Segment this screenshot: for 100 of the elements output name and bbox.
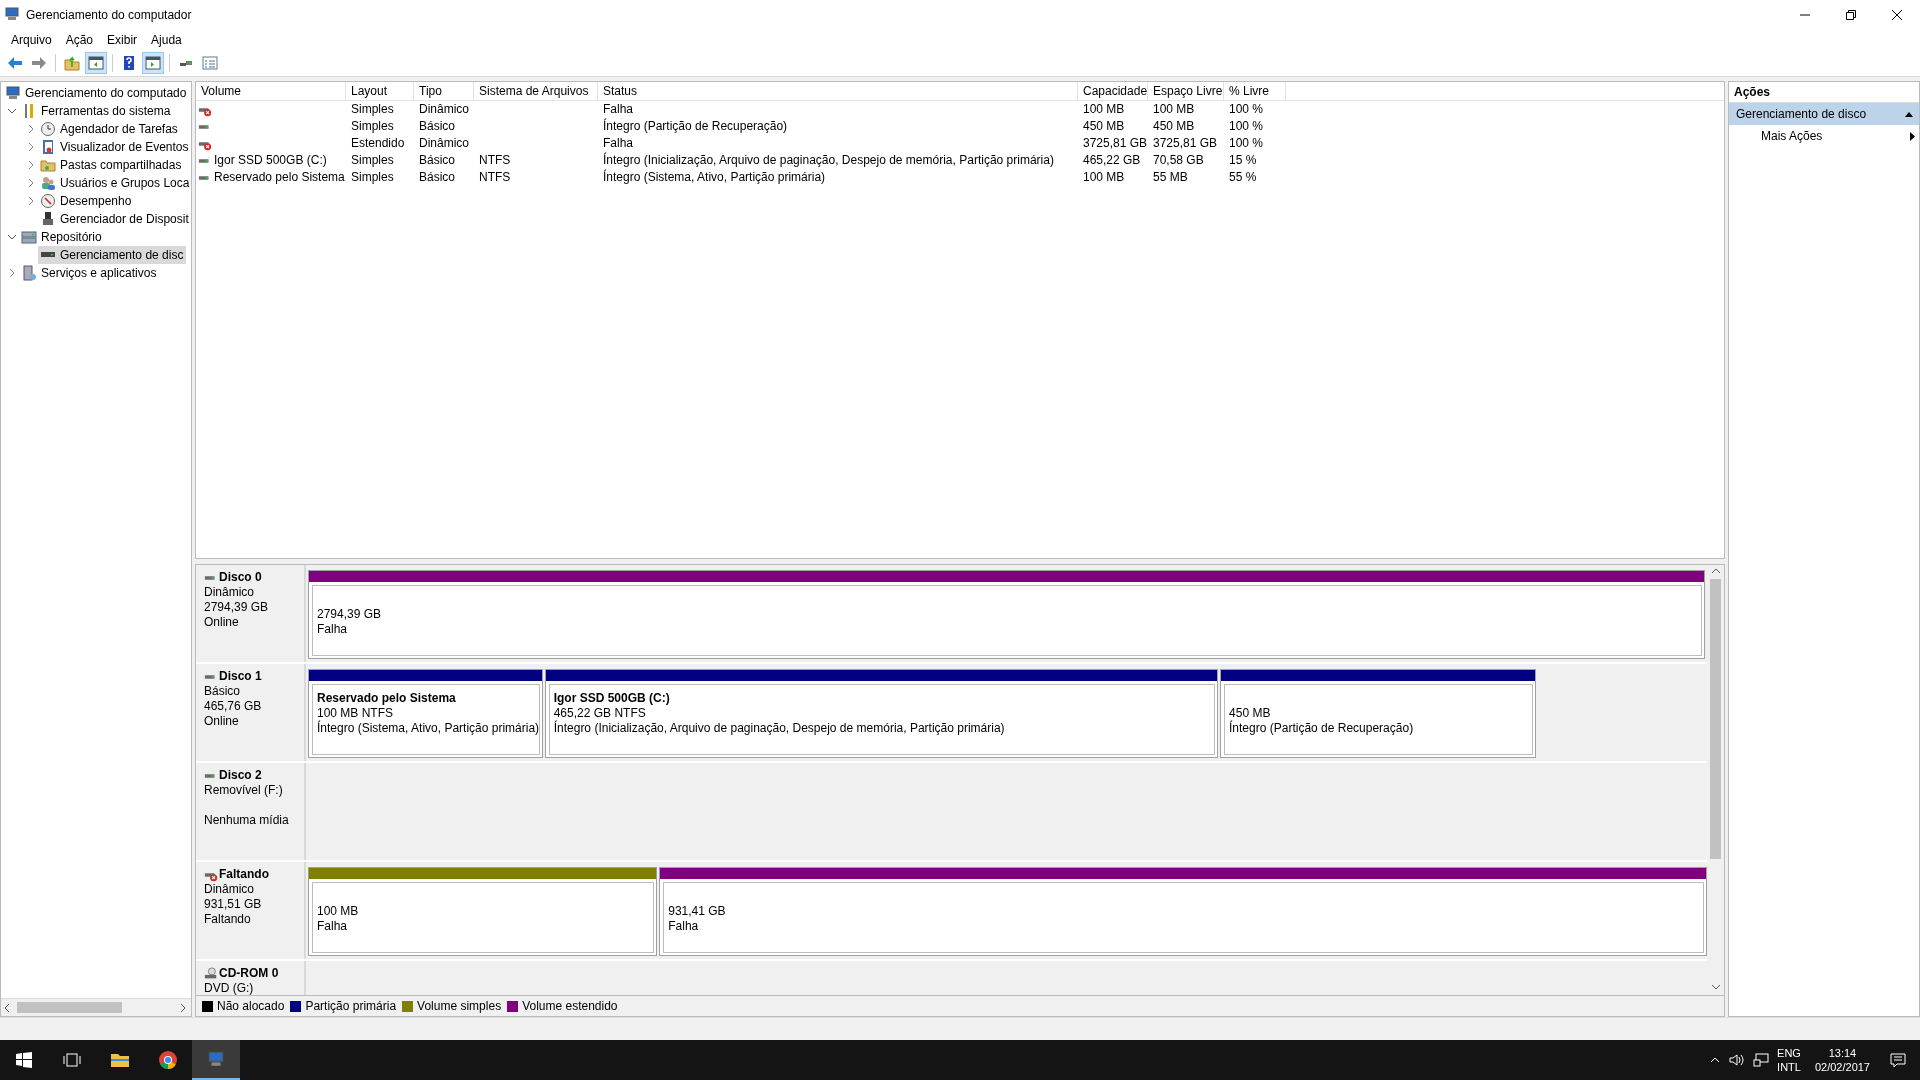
partition-block[interactable]: Reservado pelo Sistema 100 MB NTFS Íntegro (Sistema, Ativo, Partição primária)	[308, 669, 543, 758]
table-cell: 100 MB	[1153, 102, 1195, 116]
partition-status: Falha	[317, 622, 348, 636]
tree-item[interactable]: Usuários e Grupos Loca	[38, 174, 191, 192]
table-cell: 3725,81 GB	[1153, 136, 1218, 150]
menu-item[interactable]: Ação	[58, 30, 101, 50]
legend-label: Volume simples	[417, 999, 502, 1013]
clock-icon	[40, 121, 56, 137]
tree-item[interactable]: Serviços e aplicativos	[19, 264, 160, 282]
pane-toggle-icon	[145, 55, 161, 71]
partition-size: 100 MB	[317, 904, 359, 918]
table-cell: 3725,81 GB	[1083, 136, 1148, 150]
disc-drive-icon	[204, 966, 218, 981]
submenu-triangle-icon	[1910, 131, 1915, 141]
restore-icon	[1846, 10, 1856, 20]
table-cell: 55 MB	[1153, 170, 1188, 184]
partition-block[interactable]: 450 MB Íntegro (Partição de Recuperação)	[1220, 669, 1536, 758]
storage-icon	[21, 229, 37, 245]
table-cell: Simples	[351, 119, 394, 133]
table-cell: Dinâmico	[419, 102, 469, 116]
tree-item[interactable]: Pastas compartilhadas	[38, 156, 185, 174]
tree-item[interactable]: Gerenciamento do computado	[3, 84, 190, 102]
actions-section[interactable]: Gerenciamento de disco	[1729, 103, 1919, 125]
partition-block[interactable]: 100 MB Falha	[308, 867, 658, 956]
table-cell: 15 %	[1229, 153, 1257, 167]
disk-size: 2794,39 GB	[204, 600, 269, 614]
tree-item[interactable]: Repositório	[19, 228, 105, 246]
close-icon	[1892, 10, 1902, 20]
network-icon[interactable]	[1753, 1052, 1770, 1068]
horizontal-scrollbar[interactable]	[1, 998, 191, 1016]
window-title: Gerenciamento do computador	[26, 8, 192, 22]
table-cell: Estendido	[351, 136, 405, 150]
language-indicator[interactable]: ENG INTL	[1777, 1046, 1801, 1074]
partition-size: 2794,39 GB	[317, 607, 382, 621]
disk-status: Nenhuma mídia	[204, 813, 289, 827]
list-icon	[202, 55, 218, 71]
column-header[interactable]: Tipo	[414, 82, 474, 101]
users-icon	[40, 175, 56, 191]
tree-item[interactable]: Agendador de Tarefas	[38, 120, 181, 138]
partition-block[interactable]: 931,41 GB Falha	[659, 867, 1707, 956]
table-cell: Íntegro (Inicialização, Arquivo de paginação, Despejo de memória, Partição primária)	[603, 153, 1054, 167]
tree-item[interactable]: Desempenho	[38, 192, 135, 210]
table-cell: Dinâmico	[419, 136, 469, 150]
column-header[interactable]: Status	[598, 82, 1078, 101]
disk-name: Disco 2	[219, 768, 262, 783]
tree-item[interactable]: Visualizador de Eventos	[38, 138, 191, 156]
column-header[interactable]: Espaço Livre	[1148, 82, 1224, 101]
scrollbar-thumb[interactable]	[17, 1002, 122, 1013]
action-item[interactable]: Mais Ações	[1729, 125, 1919, 147]
tree-item[interactable]: Ferramentas do sistema	[19, 102, 174, 120]
table-cell: 100 %	[1229, 119, 1264, 133]
computer-app-taskbar-button[interactable]	[192, 1040, 240, 1080]
computer-icon	[206, 1050, 226, 1068]
table-cell: Básico	[419, 119, 456, 133]
disk-name: Faltando	[219, 867, 269, 882]
partition-status: Falha	[317, 919, 348, 933]
table-cell: Simples	[351, 153, 394, 167]
column-header[interactable]: Layout	[346, 82, 414, 101]
task-view-icon	[63, 1052, 81, 1068]
partition-status: Íntegro (Partição de Recuperação)	[1229, 721, 1414, 735]
computer-icon	[5, 85, 21, 101]
tree-item[interactable]: Gerenciamento de disc	[38, 246, 187, 264]
disk-type: Removível (F:)	[204, 783, 283, 797]
disk-type: DVD (G:)	[204, 981, 254, 995]
partition-block[interactable]: Igor SSD 500GB (C:) 465,22 GB NTFS Íntegro (Inicialização, Arquivo de paginação, Despejo de memória, Partição primária)	[544, 669, 1219, 758]
disk-name: Disco 1	[219, 669, 262, 684]
partition-size: 931,41 GB	[668, 904, 726, 918]
menu-item[interactable]: Exibir	[100, 30, 145, 50]
browser-icon	[158, 1050, 178, 1070]
menu-item[interactable]: Ajuda	[144, 30, 189, 50]
pane-toggle-button[interactable]	[142, 52, 164, 74]
log-book-icon	[40, 139, 56, 155]
tree-item[interactable]: Gerenciador de Disposit	[38, 210, 191, 228]
partition-status: Íntegro (Inicialização, Arquivo de paginação, Despejo de memória, Partição primária)	[553, 721, 1005, 735]
scrollbar-thumb[interactable]	[1710, 579, 1721, 859]
column-header[interactable]: Volume	[196, 82, 346, 101]
partition-size: 465,22 GB NTFS	[553, 706, 646, 720]
table-cell: Íntegro (Partição de Recuperação)	[603, 119, 788, 133]
table-cell: Igor SSD 500GB (C:)	[214, 152, 327, 169]
notification-icon[interactable]	[1890, 1052, 1906, 1068]
clock[interactable]: 13:14 02/02/2017	[1808, 1046, 1876, 1074]
disk-type: Dinâmico	[204, 585, 254, 599]
table-cell: NTFS	[479, 170, 511, 184]
legend-label: Partição primária	[305, 999, 397, 1013]
column-header[interactable]: % Livre	[1224, 82, 1286, 101]
table-cell: Falha	[603, 102, 634, 116]
pane-toggle-button[interactable]	[85, 52, 107, 74]
legend-label: Não alocado	[217, 999, 285, 1013]
folder-icon	[110, 1052, 130, 1068]
speaker-icon[interactable]	[1729, 1052, 1746, 1068]
column-header[interactable]: Sistema de Arquivos	[474, 82, 598, 101]
back-arrow-icon	[7, 55, 23, 71]
column-header[interactable]: Capacidade	[1078, 82, 1148, 101]
folder-up-icon	[64, 55, 80, 71]
partition-block[interactable]: 2794,39 GB Falha	[308, 570, 1705, 659]
pane-toggle-icon	[88, 55, 104, 71]
disk-status: Online	[204, 615, 239, 629]
gauge-icon	[40, 193, 56, 209]
table-cell: Simples	[351, 170, 394, 184]
menu-item[interactable]: Arquivo	[4, 30, 59, 50]
